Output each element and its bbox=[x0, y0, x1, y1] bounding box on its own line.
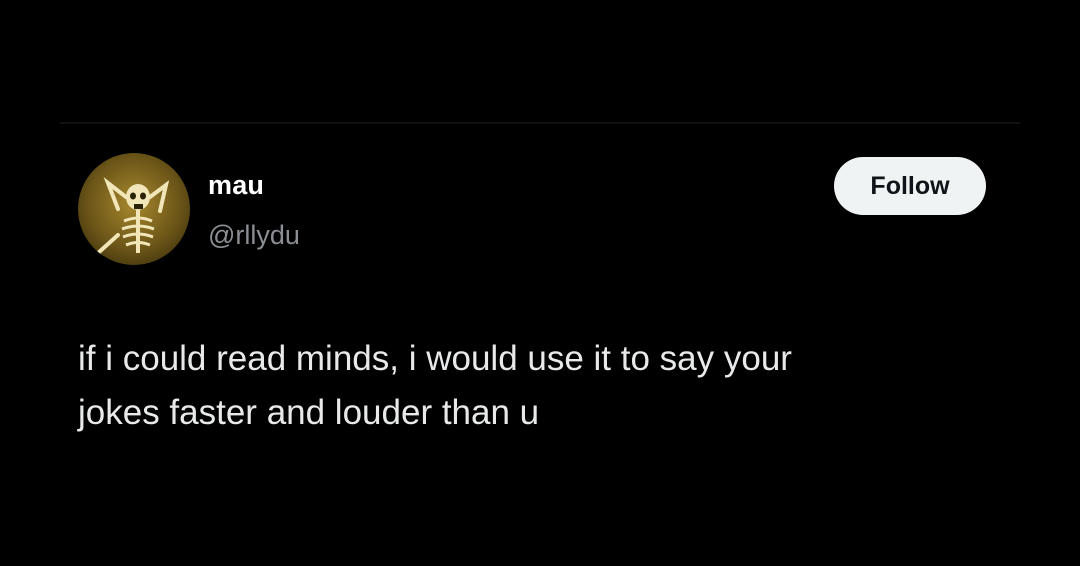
user-handle[interactable]: @rllydu bbox=[208, 220, 300, 251]
skeleton-relaxing-icon bbox=[96, 177, 170, 255]
tweet-text-line: jokes faster and louder than u bbox=[78, 393, 540, 432]
tweet-text: if i could read minds, i would use it to… bbox=[78, 332, 978, 440]
avatar[interactable] bbox=[78, 153, 190, 265]
tweet-card: mau @rllydu Follow if i could read minds… bbox=[0, 0, 1080, 566]
tweet-text-line: if i could read minds, i would use it to… bbox=[78, 339, 792, 378]
display-name[interactable]: mau bbox=[208, 170, 264, 201]
follow-button[interactable]: Follow bbox=[834, 157, 986, 215]
